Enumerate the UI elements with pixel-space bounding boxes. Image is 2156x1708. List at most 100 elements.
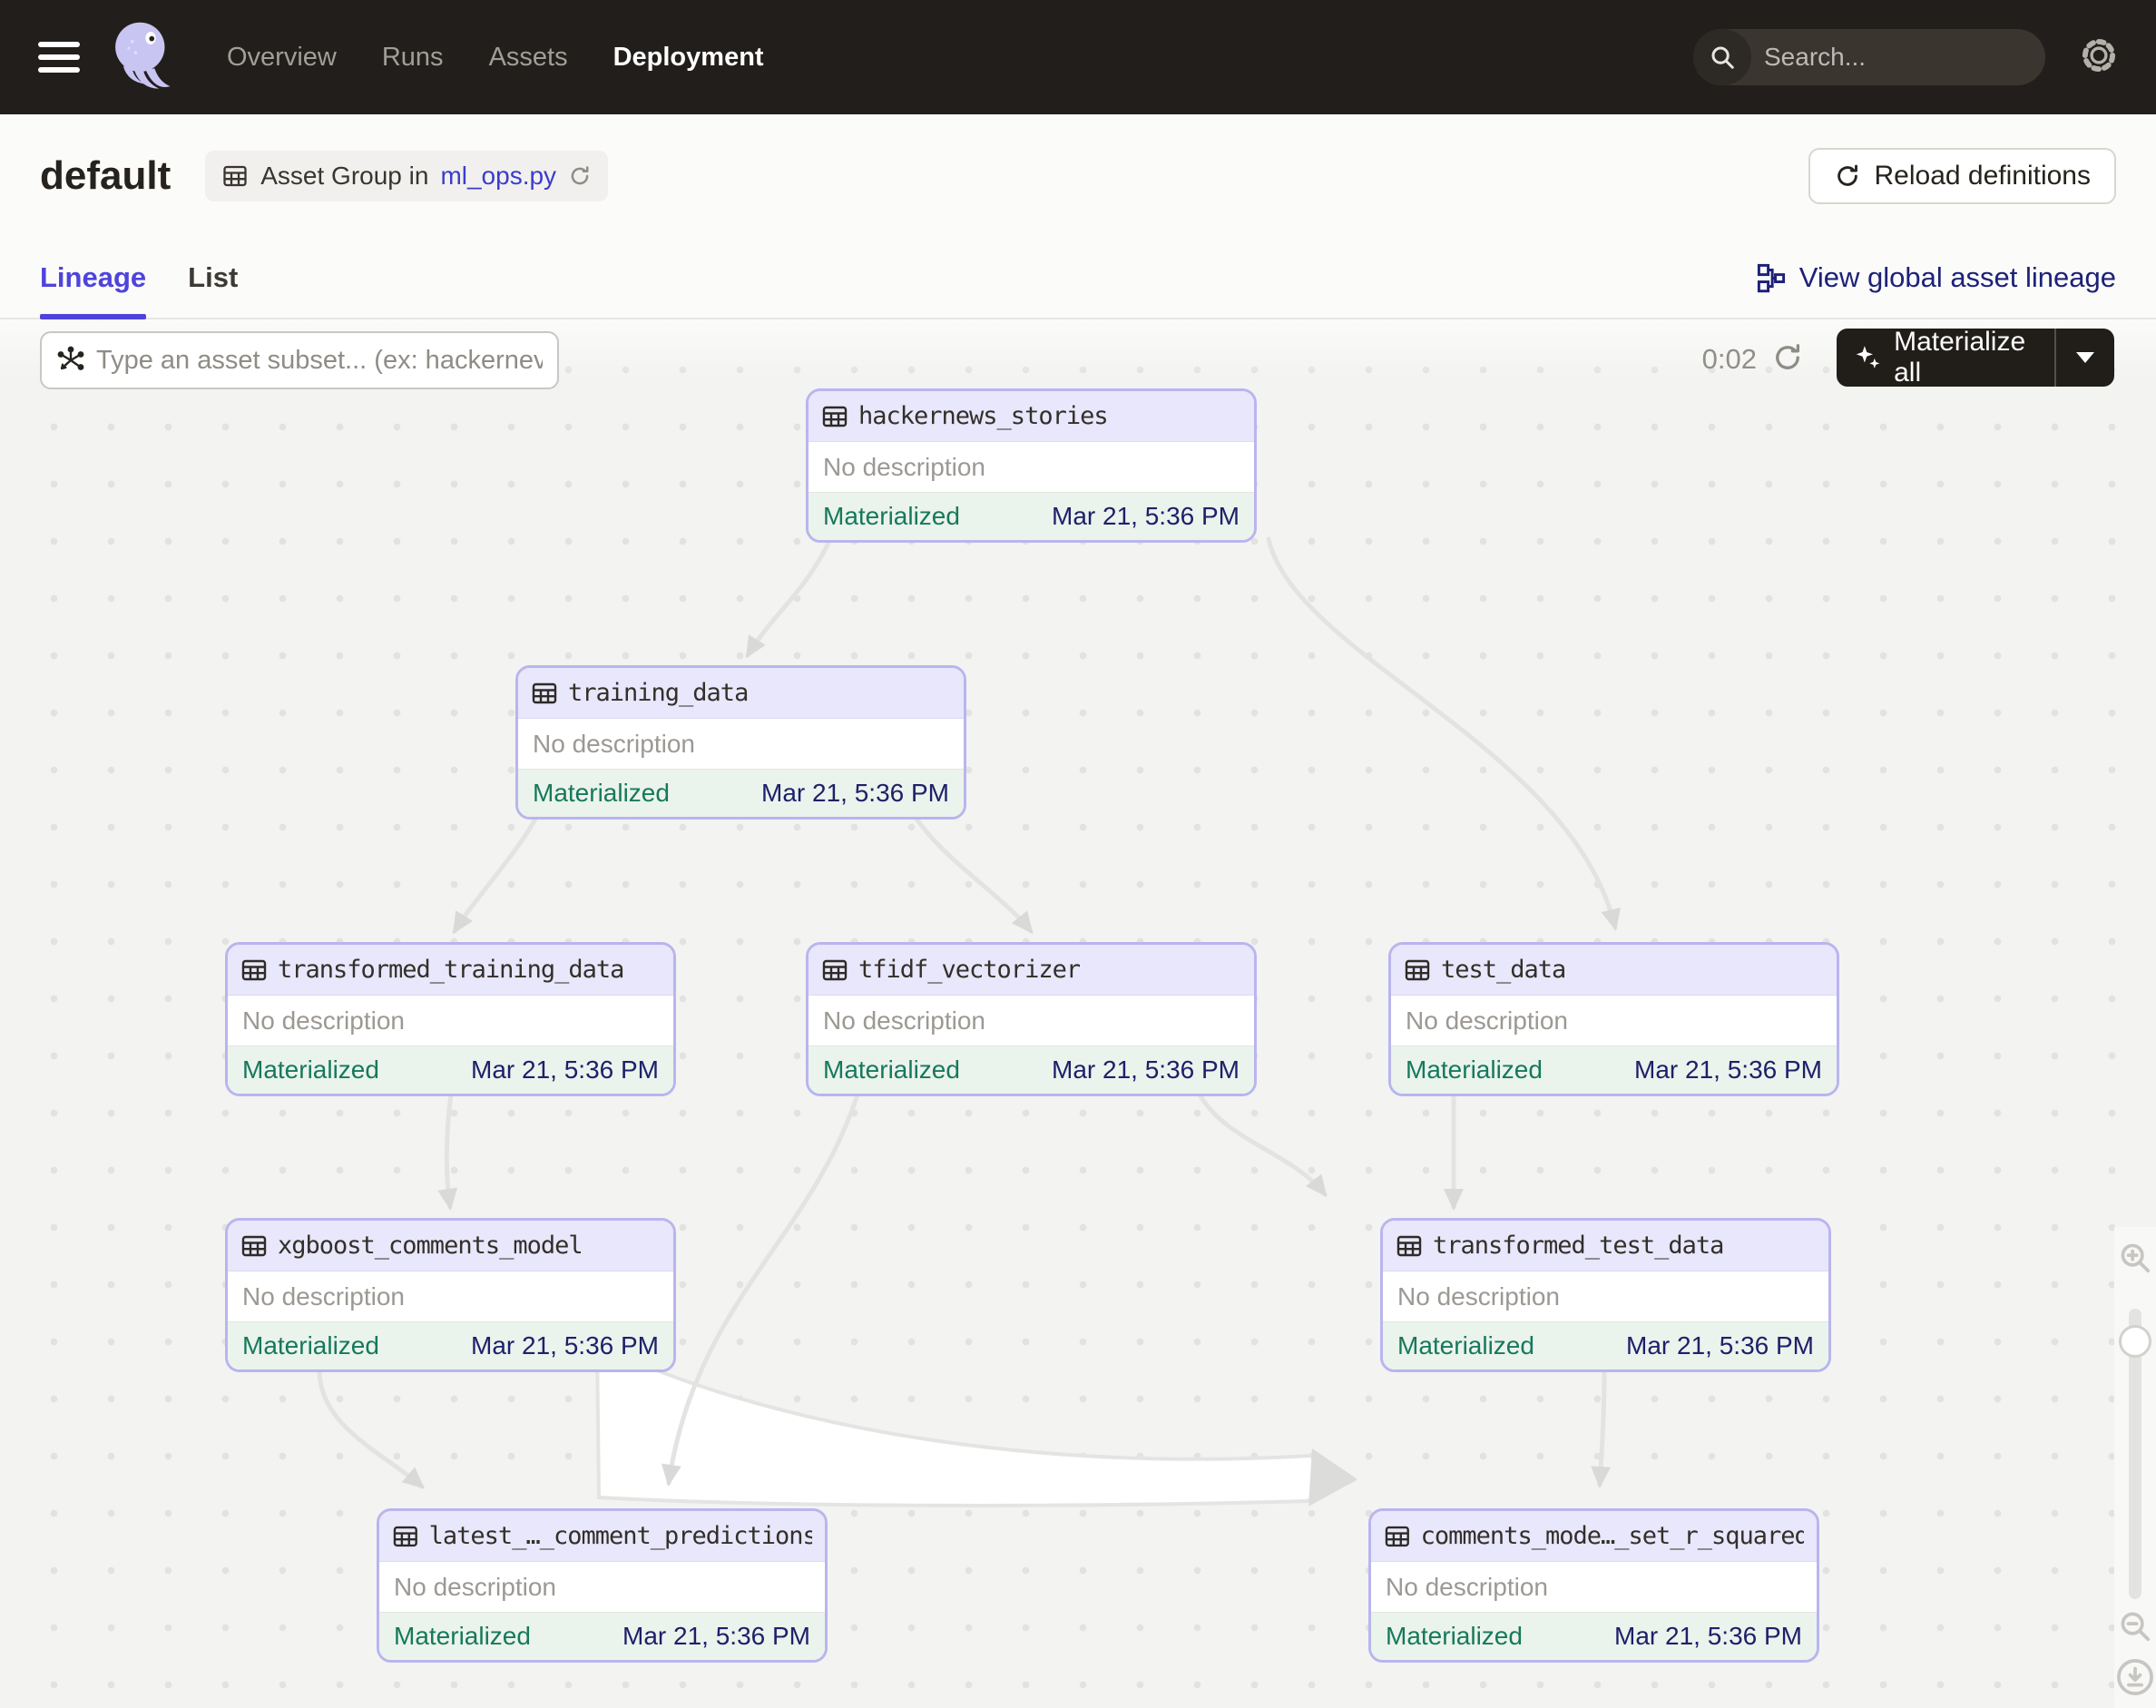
status-label: Materialized [242,1331,379,1360]
dagster-app: Overview Runs Assets Deployment / defaul… [0,0,2156,1708]
asset-description: No description [379,1562,825,1613]
asset-description: No description [228,996,673,1046]
lineage-canvas[interactable]: 0:02 Materialize all [0,319,2156,1708]
asset-node-training-data[interactable]: training_data No description Materialize… [515,665,966,820]
table-icon [821,403,848,430]
page-title: default [40,153,171,199]
materialization-timestamp[interactable]: Mar 21, 5:36 PM [1634,1055,1822,1085]
materialize-all-button[interactable]: Materialize all [1837,329,2114,387]
materialization-timestamp[interactable]: Mar 21, 5:36 PM [1052,502,1240,531]
status-label: Materialized [1386,1622,1523,1651]
status-label: Materialized [394,1622,531,1651]
asset-group-label: Asset Group in [260,162,428,191]
zoom-in-icon[interactable] [2117,1240,2153,1281]
asset-description: No description [228,1271,673,1322]
menu-icon[interactable] [38,42,80,73]
edge [748,539,830,655]
tab-lineage[interactable]: Lineage [40,238,146,318]
edge [1600,1370,1604,1485]
refresh-timer: 0:02 [1684,343,1757,376]
asset-filter-box[interactable] [40,331,559,389]
edge-ribbon-arrowhead [1308,1448,1357,1507]
asset-name: hackernews_stories [858,402,1108,430]
status-label: Materialized [1397,1331,1534,1360]
materialization-timestamp[interactable]: Mar 21, 5:36 PM [761,779,949,808]
edge [915,816,1031,931]
nav-item-assets[interactable]: Assets [489,43,568,73]
table-icon [240,1232,268,1260]
nav-item-overview[interactable]: Overview [227,43,337,73]
table-icon [531,680,558,707]
asset-name: tfidf_vectorizer [858,956,1080,984]
asset-description: No description [518,719,964,770]
asset-node-xgboost-comments-model[interactable]: xgboost_comments_model No description Ma… [225,1218,676,1372]
asset-graph-filter-icon [56,346,85,375]
page-header: default Asset Group in ml_ops.py Reload … [0,114,2156,238]
materialize-dropdown-toggle[interactable] [2056,352,2114,363]
asset-name: transformed_training_data [278,956,623,984]
refresh-icon[interactable] [1771,341,1804,378]
search-input[interactable] [1751,43,2045,72]
materialization-timestamp[interactable]: Mar 21, 5:36 PM [622,1622,810,1651]
reload-definitions-label: Reload definitions [1875,161,2092,191]
edge-ribbon [597,1345,1352,1506]
status-label: Materialized [533,779,670,808]
table-icon [221,162,249,190]
asset-description: No description [808,442,1254,493]
edge [319,1370,422,1487]
search-icon [1693,29,1751,85]
edge [446,1094,451,1207]
asset-subset-input[interactable] [96,346,543,376]
table-icon [1404,957,1431,984]
asset-description: No description [1383,1271,1828,1322]
materialization-timestamp[interactable]: Mar 21, 5:36 PM [471,1055,659,1085]
refresh-icon[interactable] [568,164,592,188]
global-search[interactable]: / [1693,29,2045,85]
sparkles-icon [1855,342,1881,373]
edge [455,816,537,931]
status-label: Materialized [823,1055,960,1085]
asset-name: transformed_test_data [1433,1232,1723,1260]
asset-node-hackernews-stories[interactable]: hackernews_stories No description Materi… [806,388,1257,543]
zoom-controls [2114,1227,2156,1708]
status-label: Materialized [823,502,960,531]
asset-node-comments-model-test-set-r-squared[interactable]: comments_mode…_set_r_squared No descript… [1368,1508,1819,1663]
asset-description: No description [1391,996,1837,1046]
materialize-all-label: Materialize all [1894,327,2036,388]
refresh-icon [1834,162,1861,190]
asset-node-transformed-test-data[interactable]: transformed_test_data No description Mat… [1380,1218,1831,1372]
asset-group-file-link[interactable]: ml_ops.py [440,162,556,191]
asset-node-test-data[interactable]: test_data No description Materialized Ma… [1388,942,1839,1096]
edge [1269,539,1615,928]
status-label: Materialized [242,1055,379,1085]
nav-item-runs[interactable]: Runs [382,43,444,73]
edge [669,1094,858,1483]
asset-node-transformed-training-data[interactable]: transformed_training_data No description… [225,942,676,1096]
asset-name: test_data [1441,956,1565,984]
view-global-asset-lineage-link[interactable]: View global asset lineage [1756,261,2116,294]
asset-name: training_data [568,679,748,707]
asset-node-tfidf-vectorizer[interactable]: tfidf_vectorizer No description Material… [806,942,1257,1096]
materialization-timestamp[interactable]: Mar 21, 5:36 PM [1614,1622,1802,1651]
materialization-timestamp[interactable]: Mar 21, 5:36 PM [1626,1331,1814,1360]
chevron-down-icon [2076,352,2094,363]
zoom-out-icon[interactable] [2117,1608,2153,1649]
reload-definitions-button[interactable]: Reload definitions [1808,148,2117,204]
table-icon [1396,1232,1423,1260]
nav-item-deployment[interactable]: Deployment [613,43,764,73]
tabs-row: Lineage List View global asset lineage [0,238,2156,319]
settings-gear-icon[interactable] [2080,36,2118,79]
table-icon [240,957,268,984]
asset-node-latest-comment-predictions[interactable]: latest_…_comment_predictions No descript… [377,1508,828,1663]
zoom-slider-handle[interactable] [2119,1325,2151,1358]
materialization-timestamp[interactable]: Mar 21, 5:36 PM [471,1331,659,1360]
asset-name: xgboost_comments_model [278,1232,583,1260]
materialization-timestamp[interactable]: Mar 21, 5:36 PM [1052,1055,1240,1085]
download-icon[interactable] [2115,1657,2155,1702]
table-icon [392,1523,419,1550]
table-icon [821,957,848,984]
tab-list[interactable]: List [188,238,238,318]
asset-group-badge: Asset Group in ml_ops.py [205,151,608,201]
edge [1200,1094,1325,1194]
dagster-logo[interactable] [107,19,180,95]
